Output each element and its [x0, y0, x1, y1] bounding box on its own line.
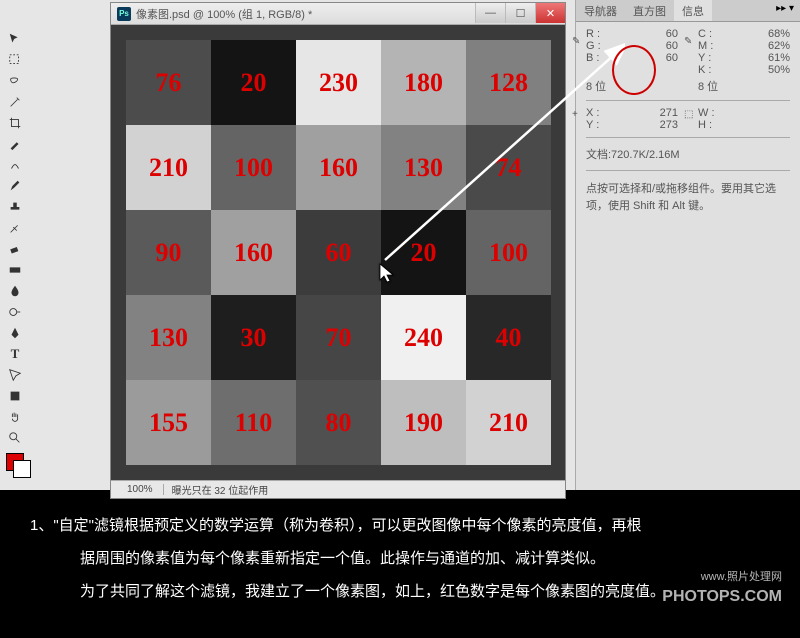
titlebar[interactable]: Ps 像素图.psd @ 100% (组 1, RGB/8) * — ☐ ✕ [111, 3, 565, 25]
pixel-cell: 20 [211, 40, 296, 125]
tab-navigator[interactable]: 导航器 [576, 0, 625, 21]
eyedropper-icon: ✎ [572, 36, 580, 47]
blur-tool-icon[interactable] [4, 282, 26, 300]
info-y2: 273 [660, 119, 678, 131]
type-tool-icon[interactable]: T [4, 345, 26, 363]
pixel-cell: 30 [211, 295, 296, 380]
caption: 1、"自定"滤镜根据预定义的数学运算（称为卷积），可以更改图像中每个像素的亮度值… [0, 489, 800, 638]
caption-line2: 据周围的像素值为每个像素重新指定一个值。此操作与通道的加、减计算类似。 [30, 542, 770, 575]
pixel-cell: 190 [381, 380, 466, 465]
pixel-cell: 80 [296, 380, 381, 465]
brush-tool-icon[interactable] [4, 177, 26, 195]
stamp-tool-icon[interactable] [4, 198, 26, 216]
pixel-cell: 128 [466, 40, 551, 125]
panel-hint: 点按可选择和/或拖移组件。要用其它选项，使用 Shift 和 Alt 键。 [586, 177, 790, 218]
heal-tool-icon[interactable] [4, 156, 26, 174]
info-panel: 导航器 直方图 信息 ▸▸ ▾ ✎ R :60 G :60 B :60 ✎ C … [575, 0, 800, 490]
info-b: 60 [666, 52, 678, 64]
pixel-cell: 70 [296, 295, 381, 380]
pixel-grid: 7620230180128210100160130749016060201001… [126, 40, 551, 465]
dodge-tool-icon[interactable] [4, 303, 26, 321]
minimize-button[interactable]: — [475, 3, 505, 23]
eyedropper-icon: ✎ [684, 36, 692, 47]
ps-icon: Ps [117, 7, 131, 21]
rgb-highlight-circle [612, 45, 656, 95]
toolbox: T [0, 0, 30, 490]
pixel-cell: 130 [381, 125, 466, 210]
pixel-cell: 230 [296, 40, 381, 125]
pixel-cell: 110 [211, 380, 296, 465]
eraser-tool-icon[interactable] [4, 240, 26, 258]
crosshair-icon: + [572, 109, 578, 120]
pixel-cell: 76 [126, 40, 211, 125]
pen-tool-icon[interactable] [4, 324, 26, 342]
pixel-cell: 20 [381, 210, 466, 295]
doc-size: 文档:720.7K/2.16M [586, 144, 790, 164]
pixel-cell: 60 [296, 210, 381, 295]
pixel-cell: 210 [466, 380, 551, 465]
canvas[interactable]: 7620230180128210100160130749016060201001… [111, 25, 565, 480]
info-c: 68% [768, 28, 790, 40]
pixel-cell: 210 [126, 125, 211, 210]
pixel-cell: 100 [466, 210, 551, 295]
history-brush-icon[interactable] [4, 219, 26, 237]
pixel-cell: 100 [211, 125, 296, 210]
info-y: 61% [768, 52, 790, 64]
watermark: www.照片处理网 PHOTOPS.COM [662, 570, 782, 608]
maximize-button[interactable]: ☐ [505, 3, 535, 23]
pixel-cell: 90 [126, 210, 211, 295]
path-tool-icon[interactable] [4, 366, 26, 384]
hand-tool-icon[interactable] [4, 408, 26, 426]
gradient-tool-icon[interactable] [4, 261, 26, 279]
tab-info[interactable]: 信息 [674, 0, 712, 21]
document-window: Ps 像素图.psd @ 100% (组 1, RGB/8) * — ☐ ✕ 7… [110, 2, 566, 499]
pixel-cell: 155 [126, 380, 211, 465]
pixel-cell: 180 [381, 40, 466, 125]
pixel-cell: 40 [466, 295, 551, 380]
info-x: 271 [660, 107, 678, 119]
pixel-cell: 240 [381, 295, 466, 380]
pixel-cell: 160 [211, 210, 296, 295]
pixel-cell: 130 [126, 295, 211, 380]
shape-tool-icon[interactable] [4, 387, 26, 405]
pixel-cell: 160 [296, 125, 381, 210]
panel-menu-icon[interactable]: ▸▸ ▾ [770, 0, 800, 21]
wand-tool-icon[interactable] [4, 93, 26, 111]
tab-histogram[interactable]: 直方图 [625, 0, 674, 21]
caption-line3: 为了共同了解这个滤镜，我建立了一个像素图，如上，红色数字是每个像素图的亮度值。 [30, 575, 770, 608]
bit-depth-r: 8 位 [698, 81, 718, 93]
bit-depth-l: 8 位 [586, 81, 606, 93]
info-m: 62% [768, 40, 790, 52]
close-button[interactable]: ✕ [535, 3, 565, 23]
marquee-tool-icon[interactable] [4, 51, 26, 69]
eyedropper-tool-icon[interactable] [4, 135, 26, 153]
info-r: 60 [666, 28, 678, 40]
move-tool-icon[interactable] [4, 30, 26, 48]
info-k: 50% [768, 64, 790, 76]
zoom-tool-icon[interactable] [4, 429, 26, 447]
foreground-color[interactable] [6, 453, 24, 471]
info-g: 60 [666, 40, 678, 52]
caption-line1: 1、"自定"滤镜根据预定义的数学运算（称为卷积），可以更改图像中每个像素的亮度值… [30, 509, 770, 542]
lasso-tool-icon[interactable] [4, 72, 26, 90]
pixel-cell: 74 [466, 125, 551, 210]
window-title: 像素图.psd @ 100% (组 1, RGB/8) * [136, 6, 312, 22]
dimension-icon: ⬚ [684, 109, 693, 120]
crop-tool-icon[interactable] [4, 114, 26, 132]
